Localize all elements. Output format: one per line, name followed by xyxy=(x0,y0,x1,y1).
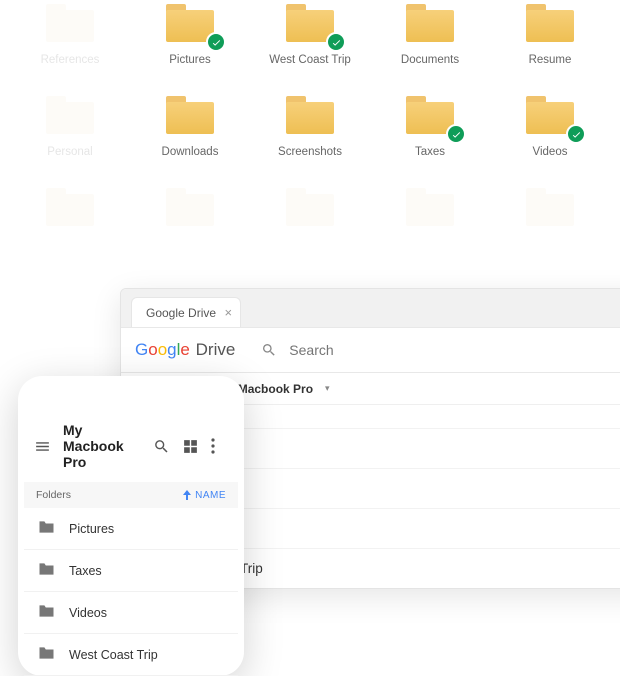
folder-icon xyxy=(38,646,55,663)
list-item-label: Taxes xyxy=(69,564,102,578)
desktop-folder[interactable]: Personal xyxy=(10,96,130,158)
desktop-folder[interactable] xyxy=(370,188,490,250)
folder-icon xyxy=(166,96,214,134)
browser-tab-bar: Google Drive × xyxy=(121,289,620,327)
search-icon xyxy=(261,342,277,358)
grid-view-icon[interactable] xyxy=(182,438,199,455)
browser-toolbar: Google Drive xyxy=(121,327,620,373)
check-icon xyxy=(206,32,226,52)
folder-label: Downloads xyxy=(162,146,219,158)
sort-button[interactable]: NAME xyxy=(183,490,226,501)
folder-label: Taxes xyxy=(415,146,445,158)
search-input[interactable] xyxy=(289,342,489,358)
desktop-folder[interactable]: West Coast Trip xyxy=(250,4,370,66)
folder-label xyxy=(188,238,191,250)
folder-label: Videos xyxy=(533,146,568,158)
folder-icon xyxy=(166,188,214,226)
google-drive-logo: Google Drive xyxy=(135,340,235,360)
folder-label: Personal xyxy=(47,146,92,158)
folder-label: References xyxy=(41,54,100,66)
desktop-folder-grid: References Pictures West Coast Trip Documen… xyxy=(0,0,620,250)
section-label: Folders xyxy=(36,489,71,501)
folder-icon xyxy=(46,188,94,226)
list-item[interactable]: Videos xyxy=(24,592,238,634)
desktop-folder[interactable]: Downloads xyxy=(130,96,250,158)
browser-tab-title: Google Drive xyxy=(146,306,216,320)
more-vertical-icon[interactable] xyxy=(211,438,228,455)
folder-icon xyxy=(286,96,334,134)
section-header: Folders NAME xyxy=(24,482,238,508)
arrow-up-icon xyxy=(183,490,191,500)
folder-label: Screenshots xyxy=(278,146,342,158)
folder-icon xyxy=(286,188,334,226)
desktop-folder[interactable]: Resume xyxy=(490,4,610,66)
desktop-folder[interactable] xyxy=(250,188,370,250)
folder-label: Documents xyxy=(401,54,459,66)
check-icon xyxy=(446,124,466,144)
chevron-down-icon[interactable]: ▾ xyxy=(325,383,330,394)
desktop-folder[interactable] xyxy=(490,188,610,250)
folder-icon xyxy=(38,562,55,579)
folder-icon xyxy=(406,188,454,226)
hamburger-menu-icon[interactable] xyxy=(34,438,51,455)
phone-file-list: Pictures Taxes Videos West Coast Trip xyxy=(24,508,238,676)
desktop-folder[interactable]: References xyxy=(10,4,130,66)
folder-icon xyxy=(46,96,94,134)
desktop-folder[interactable]: Taxes xyxy=(370,96,490,158)
list-item-label: West Coast Trip xyxy=(69,648,158,662)
search-box[interactable] xyxy=(261,342,620,358)
list-item[interactable]: Pictures xyxy=(24,508,238,550)
list-item-label: Pictures xyxy=(69,522,114,536)
phone-title: My Macbook Pro xyxy=(63,422,141,470)
folder-icon xyxy=(46,4,94,42)
desktop-folder[interactable] xyxy=(130,188,250,250)
folder-label xyxy=(68,238,71,250)
folder-label: Resume xyxy=(529,54,572,66)
folder-icon xyxy=(526,4,574,42)
list-item-label: Videos xyxy=(69,606,107,620)
folder-label xyxy=(428,238,431,250)
list-item[interactable]: West Coast Trip xyxy=(24,634,238,676)
browser-tab[interactable]: Google Drive × xyxy=(131,297,241,327)
desktop-folder[interactable]: Pictures xyxy=(130,4,250,66)
close-icon[interactable]: × xyxy=(224,306,232,319)
folder-label xyxy=(308,238,311,250)
folder-icon xyxy=(38,604,55,621)
desktop-folder[interactable]: Videos xyxy=(490,96,610,158)
folder-icon xyxy=(526,188,574,226)
folder-label: Pictures xyxy=(169,54,211,66)
desktop-folder[interactable]: Documents xyxy=(370,4,490,66)
search-icon[interactable] xyxy=(153,438,170,455)
phone-app-bar: My Macbook Pro xyxy=(24,416,238,482)
phone-frame: My Macbook Pro Folders NAME Pictures Taxe… xyxy=(18,376,244,676)
folder-icon xyxy=(406,4,454,42)
list-item[interactable]: Taxes xyxy=(24,550,238,592)
desktop-folder[interactable]: Screenshots xyxy=(250,96,370,158)
check-icon xyxy=(326,32,346,52)
folder-label: West Coast Trip xyxy=(269,54,351,66)
folder-icon xyxy=(38,520,55,537)
check-icon xyxy=(566,124,586,144)
desktop-folder[interactable] xyxy=(10,188,130,250)
folder-label xyxy=(548,238,551,250)
